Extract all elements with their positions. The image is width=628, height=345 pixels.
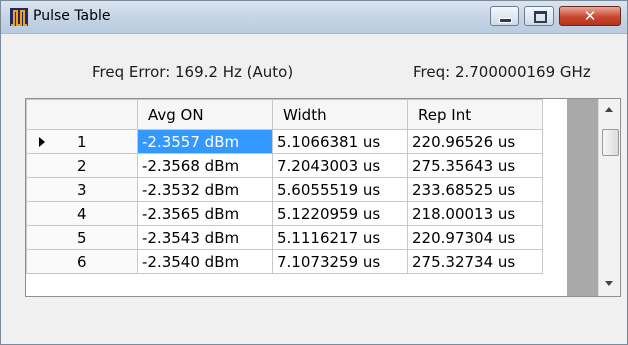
cell-width[interactable]: 5.1116217 us <box>272 225 408 250</box>
column-header-width[interactable]: Width <box>272 99 408 130</box>
row-header[interactable]: 6 <box>26 249 138 274</box>
table-row[interactable]: 6 -2.3540 dBm 7.1073259 us 275.32734 us <box>26 249 543 274</box>
cell-rep-int[interactable]: 220.96526 us <box>407 129 543 154</box>
cell-avg-on[interactable]: -2.3568 dBm <box>137 153 273 178</box>
cell-width[interactable]: 7.2043003 us <box>272 153 408 178</box>
maximize-button[interactable] <box>524 6 554 26</box>
table-row[interactable]: 5 -2.3543 dBm 5.1116217 us 220.97304 us <box>26 225 543 250</box>
row-index: 5 <box>77 229 87 247</box>
maximize-icon <box>534 11 547 23</box>
row-index: 2 <box>77 157 87 175</box>
table-row[interactable]: 2 -2.3568 dBm 7.2043003 us 275.35643 us <box>26 153 543 178</box>
scroll-down-icon[interactable] <box>605 281 613 286</box>
cell-avg-on[interactable]: -2.3565 dBm <box>137 201 273 226</box>
cell-width[interactable]: 5.1220959 us <box>272 201 408 226</box>
row-header[interactable]: 5 <box>26 225 138 250</box>
row-index: 4 <box>77 205 87 223</box>
row-header[interactable]: 2 <box>26 153 138 178</box>
freq-label: Freq: 2.700000169 GHz <box>413 63 591 81</box>
table-row[interactable]: 3 -2.3532 dBm 5.6055519 us 233.68525 us <box>26 177 543 202</box>
freq-error-label: Freq Error: 169.2 Hz (Auto) <box>92 63 294 81</box>
pulse-table-window: Pulse Table ✕ Freq Error: 169.2 Hz (Auto… <box>0 0 628 345</box>
current-row-icon <box>39 137 45 147</box>
cell-avg-on[interactable]: -2.3543 dBm <box>137 225 273 250</box>
cell-avg-on[interactable]: -2.3540 dBm <box>137 249 273 274</box>
pulse-table: Avg ON Width Rep Int 1 -2.3557 dBm 5.106… <box>26 99 543 274</box>
cell-rep-int[interactable]: 275.32734 us <box>407 249 543 274</box>
window-title: Pulse Table <box>33 8 111 24</box>
row-index: 6 <box>77 253 87 271</box>
cell-avg-on[interactable]: -2.3557 dBm <box>137 129 273 154</box>
close-button[interactable]: ✕ <box>559 6 621 26</box>
grid-empty-area <box>567 99 598 296</box>
waveform-app-icon <box>10 8 28 26</box>
table-row[interactable]: 4 -2.3565 dBm 5.1220959 us 218.00013 us <box>26 201 543 226</box>
row-header[interactable]: 4 <box>26 201 138 226</box>
minimize-button[interactable] <box>490 6 519 26</box>
column-header-avg-on[interactable]: Avg ON <box>137 99 273 130</box>
pulse-grid[interactable]: Avg ON Width Rep Int 1 -2.3557 dBm 5.106… <box>25 98 621 297</box>
vertical-scrollbar[interactable] <box>598 99 620 296</box>
cell-rep-int[interactable]: 220.97304 us <box>407 225 543 250</box>
row-header[interactable]: 1 <box>26 129 138 154</box>
column-header-rep-int[interactable]: Rep Int <box>407 99 543 130</box>
cell-width[interactable]: 5.6055519 us <box>272 177 408 202</box>
cell-rep-int[interactable]: 218.00013 us <box>407 201 543 226</box>
row-index: 1 <box>77 133 87 151</box>
table-row[interactable]: 1 -2.3557 dBm 5.1066381 us 220.96526 us <box>26 129 543 154</box>
close-icon: ✕ <box>583 7 597 25</box>
scroll-up-icon[interactable] <box>605 107 613 112</box>
row-index: 3 <box>77 181 87 199</box>
cell-rep-int[interactable]: 275.35643 us <box>407 153 543 178</box>
cell-width[interactable]: 5.1066381 us <box>272 129 408 154</box>
cell-avg-on[interactable]: -2.3532 dBm <box>137 177 273 202</box>
scroll-thumb[interactable] <box>602 129 619 156</box>
header-row: Avg ON Width Rep Int <box>26 99 543 130</box>
cell-width[interactable]: 7.1073259 us <box>272 249 408 274</box>
cell-rep-int[interactable]: 233.68525 us <box>407 177 543 202</box>
row-header[interactable]: 3 <box>26 177 138 202</box>
minimize-icon <box>499 18 512 23</box>
title-bar[interactable]: Pulse Table ✕ <box>1 1 627 34</box>
corner-header <box>26 99 138 130</box>
